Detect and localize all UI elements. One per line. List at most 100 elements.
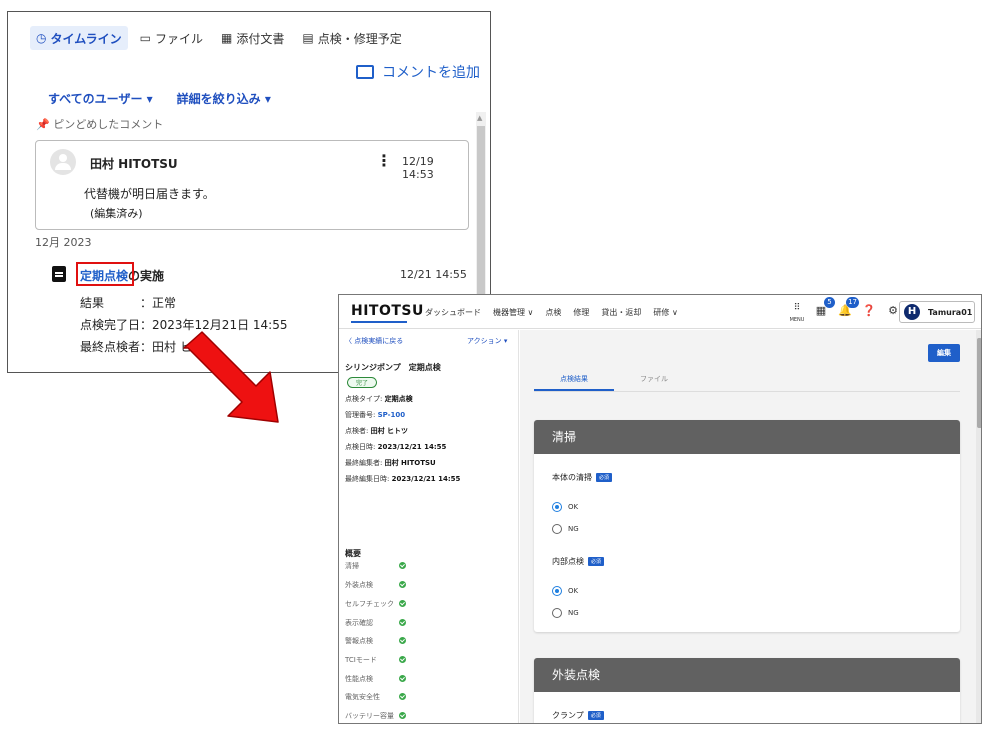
pinned-label-text: ピンどめしたコメント bbox=[53, 118, 164, 131]
radio-option-ok[interactable]: OK bbox=[552, 586, 578, 596]
info-value: 2023/12/21 14:55 bbox=[391, 475, 461, 483]
tab-attachments[interactable]: ▦ 添付文書 bbox=[215, 26, 290, 50]
back-link[interactable]: 〈 点検実績に戻る bbox=[345, 336, 403, 346]
tab-schedule[interactable]: ▤ 点検・修理予定 bbox=[296, 26, 407, 50]
overview-item[interactable]: 性能点検 bbox=[345, 674, 373, 684]
pinned-comments-label: 📌 ピンどめしたコメント bbox=[36, 116, 163, 132]
required-badge: 必須 bbox=[587, 711, 604, 720]
overview-item[interactable]: TCIモード bbox=[345, 655, 377, 665]
comment-user: 田村 HITOTSU bbox=[90, 157, 178, 171]
radio-option-ok[interactable]: OK bbox=[552, 502, 578, 512]
comment-body: 代替機が明日届きます。 bbox=[84, 187, 215, 201]
question-label: 内部点検 必須 bbox=[552, 556, 605, 567]
radio-selected-icon bbox=[552, 586, 562, 596]
nav-repair[interactable]: 修理 bbox=[573, 307, 589, 318]
clock-icon: ◷ bbox=[36, 31, 47, 45]
calendar-icon: ▤ bbox=[302, 31, 314, 45]
section-title: 清掃 bbox=[534, 420, 960, 454]
app-logo[interactable]: HITOTSU bbox=[351, 303, 424, 319]
month-header: 12月 2023 bbox=[35, 236, 92, 249]
info-row-id: 管理番号: SP-100 bbox=[345, 410, 405, 420]
option-label: OK bbox=[568, 587, 579, 595]
nav-training[interactable]: 研修 ∨ bbox=[653, 307, 677, 318]
overview-item[interactable]: 外装点検 bbox=[345, 580, 373, 590]
documents-badge: 5 bbox=[824, 297, 835, 308]
user-name: Tamura01 bbox=[928, 307, 973, 317]
nav-dashboard[interactable]: ダッシュボード bbox=[425, 307, 481, 318]
radio-icon bbox=[552, 524, 562, 534]
clipboard-icon bbox=[52, 266, 66, 282]
tab-files[interactable]: ▭ ファイル bbox=[134, 26, 209, 50]
nav-inspection[interactable]: 点検 bbox=[545, 307, 561, 318]
info-label: 点検者: bbox=[345, 427, 369, 435]
overview-item[interactable]: 清掃 bbox=[345, 561, 359, 571]
section-cleaning: 清掃 本体の清掃 必須 OK NG 内部点検 必須 OK NG bbox=[534, 420, 960, 632]
bell-icon[interactable]: 🔔 17 bbox=[837, 297, 859, 319]
avatar bbox=[50, 149, 76, 175]
action-dropdown[interactable]: アクション ▾ bbox=[467, 336, 507, 346]
scroll-up-icon[interactable]: ▲ bbox=[477, 114, 482, 122]
timeline-tabs: ◷ タイムライン ▭ ファイル ▦ 添付文書 ▤ 点検・修理予定 bbox=[30, 26, 414, 50]
check-icon bbox=[399, 600, 406, 607]
main-scrollbar[interactable] bbox=[976, 330, 981, 723]
check-icon bbox=[399, 656, 406, 663]
check-icon bbox=[399, 712, 406, 719]
main-nav: ダッシュボード 機器管理 ∨ 点検 修理 貸出・返却 研修 ∨ bbox=[425, 307, 690, 318]
event-time: 12/21 14:55 bbox=[400, 268, 467, 281]
help-icon[interactable]: ❓ bbox=[861, 303, 877, 319]
tab-files[interactable]: ファイル bbox=[614, 374, 694, 391]
overview-item[interactable]: 電気安全性 bbox=[345, 692, 380, 702]
menu-grid-icon[interactable]: ⠿ MENU bbox=[789, 303, 805, 323]
check-icon bbox=[399, 693, 406, 700]
pdf-icon[interactable]: ▦ 5 bbox=[813, 297, 835, 319]
detail-key: 点検完了日 bbox=[80, 318, 141, 332]
pinned-comment-card: 田村 HITOTSU ⋮ 12/19 14:53 代替機が明日届きます。 (編集… bbox=[35, 140, 469, 230]
check-icon bbox=[399, 562, 406, 569]
logo-underline bbox=[351, 321, 407, 323]
info-label: 管理番号: bbox=[345, 411, 376, 419]
add-comment-label: コメントを追加 bbox=[382, 65, 480, 81]
check-icon bbox=[399, 619, 406, 626]
info-label: 最終編集日時: bbox=[345, 475, 390, 483]
question-text: 本体の清掃 bbox=[552, 473, 592, 482]
radio-option-ng[interactable]: NG bbox=[552, 608, 579, 618]
detail-key: 最終点検者 bbox=[80, 340, 141, 354]
info-value: 田村 ヒトツ bbox=[370, 427, 409, 435]
asset-id-link[interactable]: SP-100 bbox=[378, 411, 406, 419]
required-badge: 必須 bbox=[596, 473, 613, 482]
question-label: 本体の清掃 必須 bbox=[552, 472, 613, 483]
question-text: 内部点検 bbox=[552, 557, 584, 566]
more-vert-icon[interactable]: ⋮ bbox=[376, 151, 392, 170]
avatar: H bbox=[904, 304, 920, 320]
radio-selected-icon bbox=[552, 502, 562, 512]
status-badge: 完了 bbox=[347, 377, 378, 388]
tab-label: ファイル bbox=[155, 31, 204, 46]
info-label: 点検タイプ: bbox=[345, 395, 383, 403]
inspection-main: 編集 点検結果 ファイル 清掃 本体の清掃 必須 OK NG 内部点検 必須 OK … bbox=[520, 330, 981, 723]
notifications-badge: 17 bbox=[846, 297, 859, 308]
tab-timeline[interactable]: ◷ タイムライン bbox=[30, 26, 128, 50]
overview-item[interactable]: 警報点検 bbox=[345, 636, 373, 646]
nav-lending[interactable]: 貸出・返却 bbox=[601, 307, 641, 318]
required-badge: 必須 bbox=[588, 557, 605, 566]
filter-users-dropdown[interactable]: すべてのユーザー ▾ bbox=[48, 90, 153, 107]
info-value: 田村 HITOTSU bbox=[384, 459, 436, 467]
tab-label: 点検・修理予定 bbox=[317, 31, 402, 46]
overview-item[interactable]: セルフチェック bbox=[345, 599, 394, 609]
edit-button[interactable]: 編集 bbox=[928, 344, 960, 362]
option-label: NG bbox=[568, 609, 579, 617]
filter-details-dropdown[interactable]: 詳細を絞り込み ▾ bbox=[177, 90, 271, 107]
comment-time: 12/19 14:53 bbox=[402, 155, 434, 181]
user-menu-button[interactable]: H Tamura01 bbox=[899, 301, 975, 323]
info-row-edited: 最終編集日時: 2023/12/21 14:55 bbox=[345, 474, 460, 484]
info-row-editor: 最終編集者: 田村 HITOTSU bbox=[345, 458, 436, 468]
scrollbar-thumb[interactable] bbox=[977, 338, 981, 428]
add-comment-button[interactable]: コメントを追加 bbox=[356, 62, 480, 82]
radio-option-ng[interactable]: NG bbox=[552, 524, 579, 534]
highlight-box bbox=[76, 262, 134, 286]
pin-icon: 📌 bbox=[36, 118, 50, 131]
overview-item[interactable]: 表示確認 bbox=[345, 618, 373, 628]
tab-results[interactable]: 点検結果 bbox=[534, 374, 614, 391]
overview-item[interactable]: バッテリー容量 bbox=[345, 711, 394, 721]
nav-equipment[interactable]: 機器管理 ∨ bbox=[493, 307, 533, 318]
